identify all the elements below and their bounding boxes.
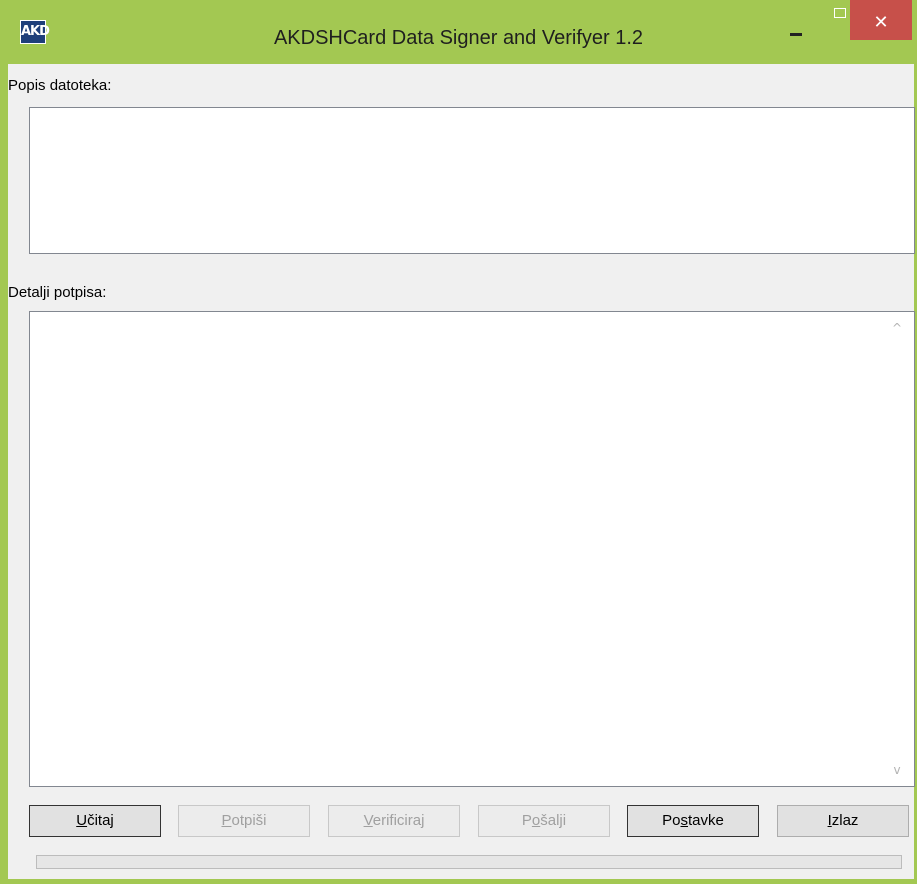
verify-button[interactable]: Verificiraj bbox=[328, 805, 460, 837]
settings-label-post: tavke bbox=[688, 812, 724, 829]
send-label-pre: P bbox=[521, 812, 532, 829]
exit-label-post: zlaz bbox=[831, 812, 859, 829]
exit-button[interactable]: Izlaz bbox=[777, 805, 909, 837]
title-bar[interactable]: AKD AKDSHCard Data Signer and Verifyer 1… bbox=[0, 0, 917, 64]
app-window: AKD AKDSHCard Data Signer and Verifyer 1… bbox=[0, 0, 917, 884]
sign-label-post: otpiši bbox=[231, 812, 267, 829]
send-label-post: šalji bbox=[540, 812, 567, 829]
window-title: AKDSHCard Data Signer and Verifyer 1.2 bbox=[273, 27, 644, 49]
sign-button[interactable]: Potpiši bbox=[178, 805, 310, 837]
scroll-up-icon[interactable]: ^ bbox=[890, 321, 904, 335]
progress-bar bbox=[36, 855, 902, 869]
load-label-hotkey: U bbox=[76, 812, 88, 829]
signature-details-textarea[interactable]: ^ v bbox=[29, 311, 915, 787]
file-list[interactable] bbox=[29, 107, 915, 254]
akd-logo-icon[interactable]: AKD bbox=[20, 20, 50, 44]
logo-text: AKD bbox=[21, 24, 50, 39]
scroll-down-icon[interactable]: v bbox=[890, 763, 904, 777]
close-icon[interactable]: ✕ bbox=[850, 0, 912, 40]
verify-label-post: erificiraj bbox=[372, 812, 425, 829]
settings-label-pre: Po bbox=[662, 812, 681, 829]
minimize-icon[interactable] bbox=[774, 0, 820, 40]
client-area: Popis datoteka: Detalji potpisa: ^ v Uči… bbox=[8, 64, 915, 879]
verify-label-hotkey: V bbox=[363, 812, 373, 829]
sign-label-hotkey: P bbox=[221, 812, 232, 829]
signature-details-label: Detalji potpisa: bbox=[8, 284, 107, 301]
settings-label-hotkey: s bbox=[680, 812, 689, 829]
send-button[interactable]: Pošalji bbox=[478, 805, 610, 837]
settings-button[interactable]: Postavke bbox=[627, 805, 759, 837]
load-button[interactable]: Učitaj bbox=[29, 805, 161, 837]
files-label: Popis datoteka: bbox=[8, 77, 112, 94]
send-label-hotkey: o bbox=[531, 812, 541, 829]
load-label-post: čitaj bbox=[87, 812, 114, 829]
